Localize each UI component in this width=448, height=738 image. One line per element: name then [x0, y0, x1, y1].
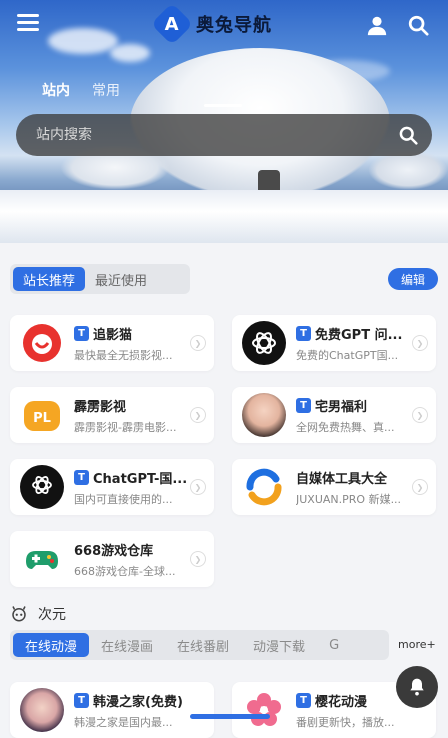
tab-online-anime[interactable]: 在线动漫 [13, 633, 90, 657]
type-badge: T [296, 397, 311, 413]
menu-icon[interactable] [17, 14, 39, 32]
logo-letter: A [165, 13, 179, 35]
arrow-right-icon[interactable]: ❯ [190, 479, 206, 495]
card-desc: 668游戏仓库-全球... [74, 564, 176, 578]
snow-bush [368, 150, 448, 190]
recommend-segment: 站长推荐 最近使用 [10, 264, 190, 294]
card-desc: 最快最全无损影视... [74, 348, 173, 362]
site-card[interactable]: 自媒体工具大全 JUXUAN.PRO 新媒... ❯ [232, 459, 436, 515]
home-indicator [190, 714, 270, 719]
arrow-right-icon[interactable]: ❯ [412, 407, 428, 423]
search-input[interactable] [36, 127, 376, 143]
segment-recent[interactable]: 最近使用 [85, 267, 157, 291]
sakura-logo-icon [242, 688, 286, 732]
juxuan-logo-icon [242, 465, 286, 509]
card-title: 自媒体工具大全 [296, 471, 388, 487]
card-title: 追影猫 [93, 327, 133, 343]
gamepad-logo-icon [20, 537, 64, 581]
type-badge: T [296, 325, 311, 341]
tab-more-partial[interactable]: G [317, 633, 351, 657]
card-desc: 番剧更新快，播放... [296, 715, 395, 729]
card-desc: JUXUAN.PRO 新媒... [296, 492, 402, 506]
card-desc: 国内可直接使用的... [74, 492, 173, 506]
openai-logo-icon [242, 321, 286, 365]
card-desc: 免费的ChatGPT国... [296, 348, 399, 362]
arrow-right-icon[interactable]: ❯ [412, 335, 428, 351]
search-submit-icon[interactable] [398, 125, 418, 145]
avatar-girl-icon [242, 393, 286, 437]
arrow-right-icon[interactable]: ❯ [190, 407, 206, 423]
arrow-right-icon[interactable]: ❯ [190, 551, 206, 567]
user-icon[interactable] [366, 14, 388, 36]
category-icon [12, 606, 26, 622]
search-tabs: 站内 常用 [42, 80, 120, 100]
type-badge: T [74, 325, 89, 341]
category-title: 次元 [38, 607, 66, 623]
tab-online-comics[interactable]: 在线漫画 [89, 633, 165, 657]
avatar-anime-icon [20, 688, 64, 732]
type-badge: T [296, 692, 311, 708]
site-card[interactable]: T ChatGPT-国... 国内可直接使用的... ❯ [10, 459, 214, 515]
tab-common[interactable]: 常用 [92, 80, 120, 100]
edit-button[interactable]: 编辑 [388, 268, 438, 290]
tab-anime-download[interactable]: 动漫下载 [241, 633, 317, 657]
bell-icon [410, 678, 424, 696]
site-logo[interactable]: A 奥兔导航 [150, 2, 272, 46]
arrow-right-icon[interactable]: ❯ [412, 479, 428, 495]
search-box [16, 114, 432, 156]
site-card[interactable]: T 免费GPT 问... 免费的ChatGPT国... ❯ [232, 315, 436, 371]
card-title: 宅男福利 [315, 399, 368, 415]
notification-button[interactable] [396, 666, 438, 708]
card-desc: 韩漫之家是国内最... [74, 715, 173, 729]
card-title: 霹雳影视 [74, 399, 127, 415]
arrow-right-icon[interactable]: ❯ [190, 335, 206, 351]
site-title: 奥兔导航 [196, 15, 272, 36]
more-link[interactable]: more+ [398, 638, 436, 651]
site-card[interactable]: T 追影猫 最快最全无损影视... ❯ [10, 315, 214, 371]
category-header: 次元 [10, 604, 66, 624]
category-tabs: 在线动漫 在线漫画 在线番剧 动漫下载 G [10, 630, 389, 660]
tab-onsite[interactable]: 站内 [42, 80, 70, 100]
logo-mark: A [150, 2, 194, 46]
top-bar: A 奥兔导航 [0, 0, 448, 48]
pl-logo-icon: PL [20, 393, 64, 437]
site-card[interactable]: PL 霹雳影视 霹雳影视-霹雳电影... ❯ [10, 387, 214, 443]
card-title: 韩漫之家(免费) [93, 694, 183, 710]
svg-text:PL: PL [33, 411, 51, 426]
type-badge: T [74, 469, 89, 485]
site-card[interactable]: T 韩漫之家(免费) 韩漫之家是国内最... [10, 682, 214, 738]
card-title: 樱花动漫 [315, 694, 368, 710]
tab-indicator [204, 104, 242, 107]
site-card[interactable]: 668游戏仓库 668游戏仓库-全球... ❯ [10, 531, 214, 587]
tab-online-bangumi[interactable]: 在线番剧 [165, 633, 241, 657]
chatgpt-logo-icon [20, 465, 64, 509]
site-card[interactable]: T 宅男福利 全网免费热舞、真... ❯ [232, 387, 436, 443]
type-badge: T [74, 692, 89, 708]
snow-ground [0, 190, 448, 243]
card-title: 免费GPT 问... [315, 327, 403, 343]
card-desc: 全网免费热舞、真... [296, 420, 395, 434]
card-title: ChatGPT-国... [93, 471, 188, 487]
search-icon[interactable] [407, 14, 429, 36]
zhuiyingmao-logo-icon [20, 321, 64, 365]
card-title: 668游戏仓库 [74, 543, 154, 559]
segment-recommend[interactable]: 站长推荐 [13, 267, 86, 291]
card-desc: 霹雳影视-霹雳电影... [74, 420, 177, 434]
